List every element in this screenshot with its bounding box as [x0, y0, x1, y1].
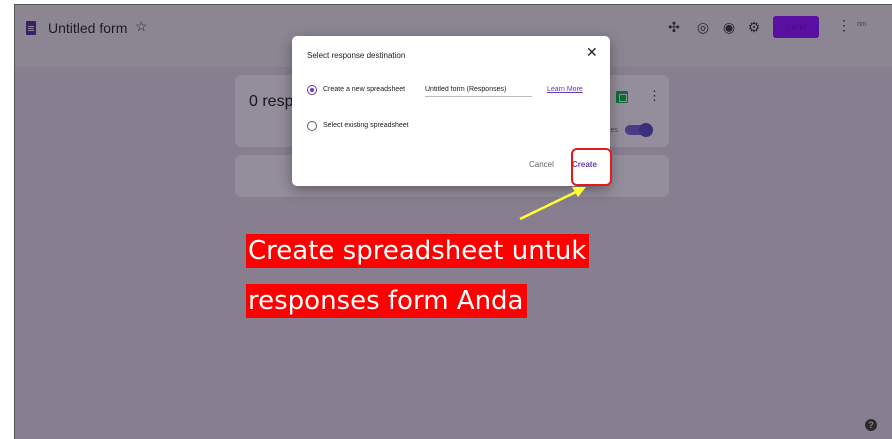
- annotation-line-1: Create spreadsheet untuk: [246, 234, 590, 268]
- annotation-arrow: [519, 187, 586, 221]
- help-icon[interactable]: ?: [865, 419, 877, 431]
- annotation-line-2: responses form Anda: [246, 284, 527, 318]
